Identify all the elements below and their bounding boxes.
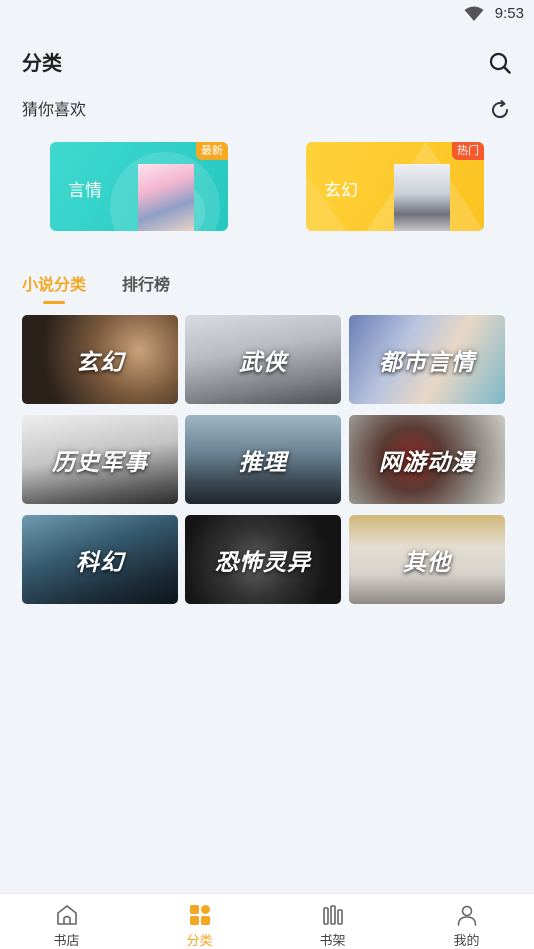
category-card-game-anime[interactable]: 网游动漫 (349, 415, 505, 504)
page-header: 分类 (22, 48, 512, 78)
category-label: 其他 (403, 549, 451, 576)
bottom-navigation: 书店 分类 书架 我的 (0, 893, 534, 949)
nav-label: 书店 (53, 934, 80, 949)
category-card-history-military[interactable]: 历史军事 (22, 415, 178, 504)
category-card-horror[interactable]: 恐怖灵异 (185, 515, 341, 604)
badge-hot: 热门 (452, 142, 484, 160)
book-cover-image (138, 164, 194, 231)
nav-label: 书架 (319, 934, 346, 949)
category-label: 网游动漫 (379, 449, 475, 476)
search-icon[interactable] (488, 51, 512, 75)
category-label: 科幻 (76, 549, 124, 576)
category-label: 都市言情 (379, 349, 475, 376)
category-card-urban-romance[interactable]: 都市言情 (349, 315, 505, 404)
tab-active-indicator (43, 301, 65, 304)
book-cover-image (394, 164, 450, 231)
guess-section-header: 猜你喜欢 (22, 96, 512, 124)
recommend-card-label: 言情 (68, 181, 102, 201)
refresh-icon[interactable] (488, 98, 512, 122)
recommend-card-fantasy[interactable]: 玄幻 热门 (306, 142, 484, 231)
bookshelf-icon (323, 905, 343, 925)
nav-categories[interactable]: 分类 (133, 894, 266, 949)
page-title: 分类 (22, 51, 62, 75)
recommend-card-romance[interactable]: 言情 最新 (50, 142, 228, 231)
tab-rankings[interactable]: 排行榜 (122, 272, 170, 298)
guess-title: 猜你喜欢 (22, 100, 87, 119)
category-card-scifi[interactable]: 科幻 (22, 515, 178, 604)
category-label: 武侠 (239, 349, 287, 376)
status-time: 9:53 (494, 5, 524, 22)
category-card-xuanhuan[interactable]: 玄幻 (22, 315, 178, 404)
status-bar: 9:53 (0, 0, 534, 30)
nav-label: 我的 (453, 934, 480, 949)
nav-label: 分类 (186, 934, 213, 949)
wifi-icon (464, 6, 484, 21)
home-icon (57, 905, 77, 925)
nav-bookstore[interactable]: 书店 (0, 894, 133, 949)
category-label: 推理 (239, 449, 287, 476)
recommend-card-label: 玄幻 (324, 181, 358, 201)
grid-icon (190, 905, 210, 925)
nav-bookshelf[interactable]: 书架 (266, 894, 399, 949)
tab-novel-categories[interactable]: 小说分类 (22, 272, 86, 298)
category-card-mystery[interactable]: 推理 (185, 415, 341, 504)
category-card-wuxia[interactable]: 武侠 (185, 315, 341, 404)
category-card-other[interactable]: 其他 (349, 515, 505, 604)
user-icon (457, 905, 477, 926)
badge-new: 最新 (196, 142, 228, 160)
category-label: 恐怖灵异 (215, 549, 311, 576)
category-label: 玄幻 (76, 349, 124, 376)
nav-profile[interactable]: 我的 (400, 894, 533, 949)
category-label: 历史军事 (52, 449, 148, 476)
